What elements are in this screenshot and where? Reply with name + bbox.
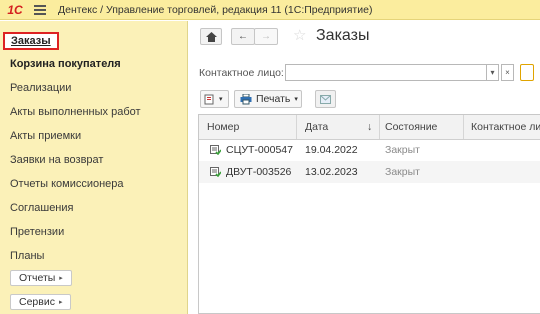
orders-table: Номер Дата ↓ Состояние Контактное ли СЦУ…	[198, 114, 540, 314]
favorite-star-icon[interactable]: ☆	[293, 26, 306, 44]
home-icon	[205, 31, 217, 42]
back-button[interactable]: ←	[231, 28, 255, 45]
clear-button[interactable]: ×	[501, 64, 514, 81]
document-posted-icon	[210, 145, 221, 155]
chevron-down-icon: ▾	[294, 96, 298, 103]
arrow-right-icon: →	[261, 31, 271, 42]
chevron-down-icon: ▾	[490, 68, 495, 77]
dropdown-button[interactable]: ▾	[486, 64, 499, 81]
sidebar-item-plans[interactable]: Планы	[10, 250, 44, 262]
order-number: ДВУТ-003526	[226, 166, 292, 178]
column-header-contact[interactable]: Контактное ли	[471, 121, 540, 133]
table-row[interactable]: ДВУТ-003526 13.02.2023 Закрыт	[199, 161, 540, 183]
envelope-icon	[320, 94, 331, 104]
page-title: Заказы	[316, 27, 370, 44]
document-export-icon	[204, 94, 214, 104]
column-header-number[interactable]: Номер	[207, 121, 239, 133]
order-number: СЦУТ-000547	[226, 144, 293, 156]
service-button-label: Сервис	[19, 296, 55, 308]
forward-button[interactable]: →	[254, 28, 278, 45]
printer-icon	[240, 93, 252, 104]
filter-checkbox[interactable]	[520, 64, 534, 81]
document-posted-icon	[210, 167, 221, 177]
order-date: 19.04.2022	[305, 144, 358, 156]
sidebar-item-orders[interactable]: Заказы	[3, 32, 59, 50]
home-button[interactable]	[200, 28, 222, 45]
close-icon: ×	[505, 68, 510, 77]
export-menu-button[interactable]: ▾	[200, 90, 229, 108]
service-menu-button[interactable]: Сервис ▸	[10, 294, 72, 310]
order-status: Закрыт	[385, 144, 420, 156]
caret-right-icon: ▸	[58, 299, 63, 306]
print-button[interactable]: Печать ▾	[234, 90, 302, 108]
sidebar-item-sales[interactable]: Реализации	[10, 82, 71, 94]
main-panel: ← → ☆ Заказы Контактное лицо: ▾ × ▾ Печа…	[189, 21, 540, 314]
app-titlebar: 1С Дентекс / Управление торговлей, редак…	[0, 0, 540, 20]
table-row[interactable]: СЦУТ-000547 19.04.2022 Закрыт	[199, 139, 540, 161]
contact-filter-label: Контактное лицо:	[199, 67, 284, 79]
sidebar-item-claims[interactable]: Претензии	[10, 226, 64, 238]
sidebar-item-work-acts[interactable]: Акты выполненных работ	[10, 106, 141, 118]
column-header-status[interactable]: Состояние	[385, 121, 437, 133]
sidebar-item-acceptance-acts[interactable]: Акты приемки	[10, 130, 81, 142]
send-button[interactable]	[315, 90, 336, 108]
order-status: Закрыт	[385, 166, 420, 178]
main-menu-icon[interactable]	[34, 4, 46, 15]
caret-right-icon: ▸	[59, 275, 63, 282]
sort-arrow-down-icon: ↓	[367, 121, 373, 133]
sidebar-item-agreements[interactable]: Соглашения	[10, 202, 74, 214]
chevron-down-icon: ▾	[219, 96, 223, 103]
sidebar-item-commissioner-reports[interactable]: Отчеты комиссионера	[10, 178, 124, 190]
column-header-date[interactable]: Дата	[305, 121, 328, 133]
arrow-left-icon: ←	[238, 31, 248, 42]
order-date: 13.02.2023	[305, 166, 358, 178]
app-logo: 1С	[7, 2, 23, 17]
sidebar-item-cart[interactable]: Корзина покупателя	[10, 58, 121, 70]
section-sidebar: Заказы Корзина покупателя Реализации Акт…	[0, 21, 188, 314]
reports-button-label: Отчеты	[19, 272, 56, 284]
app-title: Дентекс / Управление торговлей, редакция…	[58, 3, 373, 16]
table-header: Номер Дата ↓ Состояние Контактное ли	[199, 115, 540, 140]
sidebar-item-return-requests[interactable]: Заявки на возврат	[10, 154, 103, 166]
contact-filter-input[interactable]	[285, 64, 487, 81]
reports-menu-button[interactable]: Отчеты ▸	[10, 270, 72, 286]
print-label: Печать	[256, 93, 291, 105]
